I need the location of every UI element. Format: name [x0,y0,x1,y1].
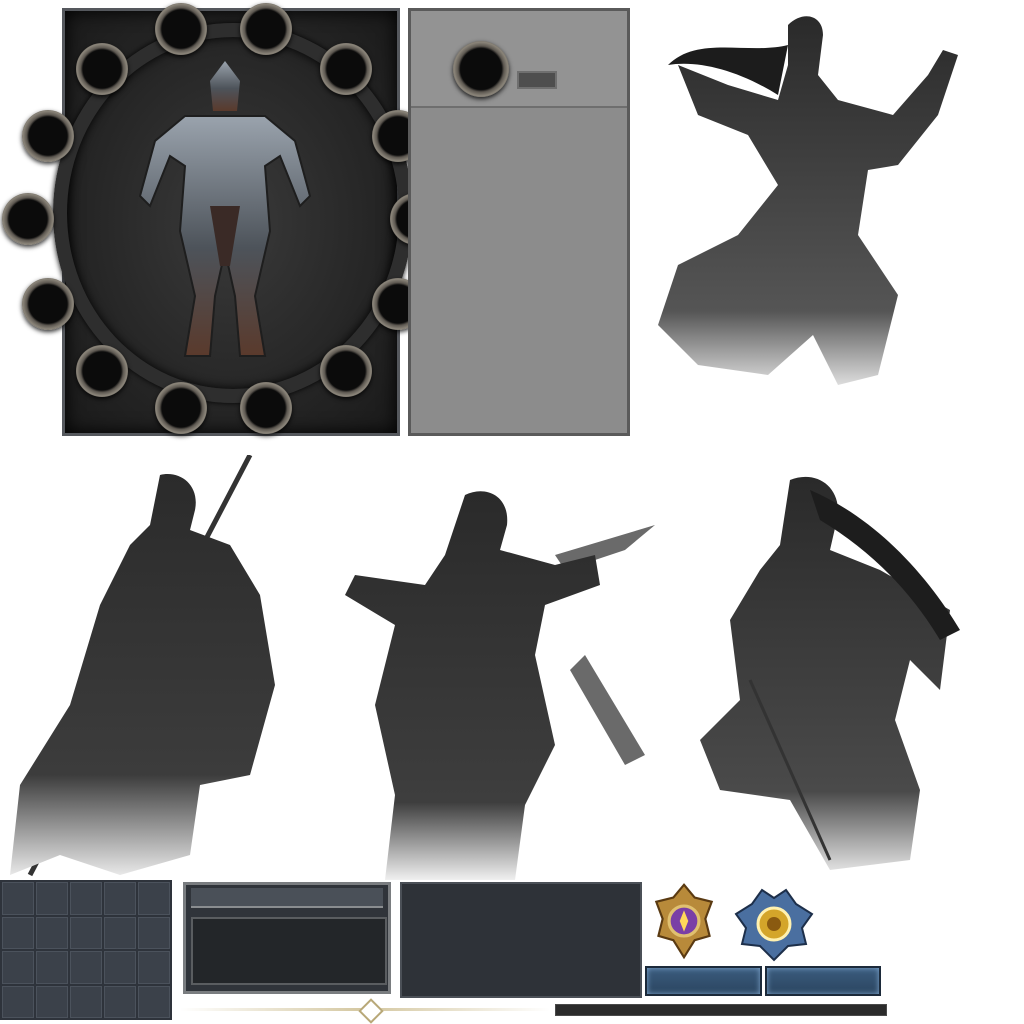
inventory-cell[interactable] [138,951,170,984]
inventory-cell[interactable] [138,916,170,949]
purple-crest-badge-icon [654,883,714,960]
armored-knight-figure [115,56,335,366]
detail-panel-header [411,11,627,108]
framed-dialog-body [191,917,387,985]
equipment-slot-3[interactable] [76,43,128,95]
inventory-cell[interactable] [104,916,136,949]
inventory-cell[interactable] [70,951,102,984]
inventory-cell[interactable] [2,916,34,949]
inventory-cell[interactable] [70,882,102,915]
detail-panel [408,8,630,436]
tab-button-1[interactable] [645,966,762,996]
equipment-slot-13[interactable] [155,382,207,434]
inventory-cell[interactable] [36,916,68,949]
character-portrait-blade-warrior[interactable] [325,455,655,880]
male-blade-warrior-portrait [345,491,655,880]
female-swordswoman-portrait [658,16,958,386]
equipment-slot-1[interactable] [155,3,207,55]
divider-gem-icon [358,998,384,1024]
inventory-cell[interactable] [104,882,136,915]
gold-crest-badge[interactable] [732,884,816,962]
female-archer-portrait [700,476,960,870]
dark-info-panel [400,882,642,998]
inventory-cell[interactable] [70,985,102,1018]
inventory-cell[interactable] [36,951,68,984]
equipment-slot-2[interactable] [240,3,292,55]
equipment-slot-11[interactable] [76,345,128,397]
inventory-cell[interactable] [138,985,170,1018]
inventory-grid [0,880,172,1020]
equipment-slot-7[interactable] [2,193,54,245]
inventory-cell[interactable] [36,882,68,915]
detail-slot[interactable] [453,41,509,97]
male-spearman-portrait [10,455,275,877]
inventory-cell[interactable] [36,985,68,1018]
equipment-slot-4[interactable] [320,43,372,95]
equipment-slot-12[interactable] [320,345,372,397]
inventory-cell[interactable] [138,882,170,915]
character-portrait-swordswoman[interactable] [638,5,988,425]
framed-dialog-panel [183,882,391,994]
equipment-slot-5[interactable] [22,110,74,162]
purple-crest-badge[interactable] [652,882,716,960]
armored-knight-silhouette-icon [138,61,312,357]
progress-bar-track [555,1004,887,1016]
detail-level-bar [517,71,557,89]
framed-dialog-header [191,888,383,908]
tab-button-2[interactable] [765,966,881,996]
inventory-cell[interactable] [70,916,102,949]
character-portrait-spearman[interactable] [0,455,300,880]
character-portrait-archer[interactable] [680,460,980,880]
inventory-cell[interactable] [104,951,136,984]
equipment-slot-9[interactable] [22,278,74,330]
inventory-cell[interactable] [2,985,34,1018]
gold-crest-badge-icon [734,888,814,962]
inventory-cell[interactable] [104,985,136,1018]
inventory-cell[interactable] [2,882,34,915]
inventory-cell[interactable] [2,951,34,984]
equipment-slot-14[interactable] [240,382,292,434]
